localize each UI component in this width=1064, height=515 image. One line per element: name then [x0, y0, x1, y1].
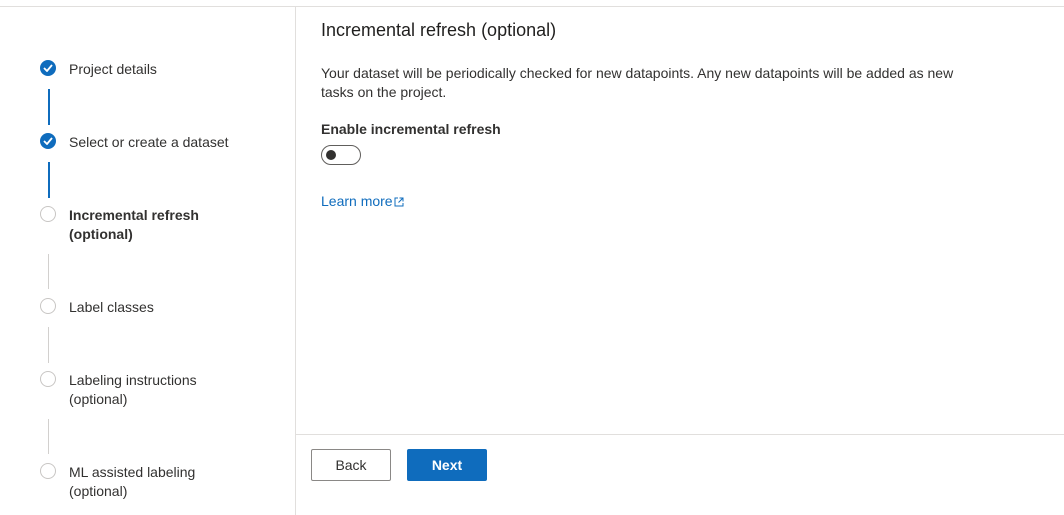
- toggle-knob: [326, 150, 336, 160]
- step-connector: [48, 254, 49, 289]
- step-label: Project details: [69, 61, 157, 77]
- step-connector: [48, 419, 49, 454]
- next-button[interactable]: Next: [407, 449, 487, 481]
- empty-circle-icon: [40, 298, 56, 314]
- empty-circle-icon: [40, 371, 56, 387]
- step-connector: [48, 327, 49, 363]
- empty-circle-icon: [40, 206, 56, 222]
- page-title: Incremental refresh (optional): [321, 20, 557, 40]
- footer-divider: [296, 434, 1064, 435]
- step-label: Select or create a dataset: [69, 134, 229, 150]
- description-text: Your dataset will be periodically checke…: [321, 65, 954, 100]
- step-connector: [48, 89, 50, 125]
- back-button[interactable]: Back: [311, 449, 391, 481]
- empty-circle-icon: [40, 463, 56, 479]
- wizard-steps: Project details Select or create a datas…: [0, 7, 295, 515]
- external-link-icon: [394, 194, 404, 210]
- incremental-refresh-toggle[interactable]: [321, 145, 361, 165]
- step-label: ML assisted labeling (optional): [69, 464, 196, 499]
- learn-more-link[interactable]: Learn more: [321, 193, 404, 210]
- step-label: Incremental refresh (optional): [69, 207, 199, 242]
- checkmark-circle-icon: [40, 60, 56, 76]
- step-label: Label classes: [69, 299, 154, 315]
- step-label: Labeling instructions (optional): [69, 372, 197, 407]
- learn-more-label: Learn more: [321, 193, 393, 209]
- step-connector: [48, 162, 50, 198]
- main-panel: Incremental refresh (optional) Your data…: [296, 7, 1064, 434]
- checkmark-circle-icon: [40, 133, 56, 149]
- toggle-label: Enable incremental refresh: [321, 121, 501, 137]
